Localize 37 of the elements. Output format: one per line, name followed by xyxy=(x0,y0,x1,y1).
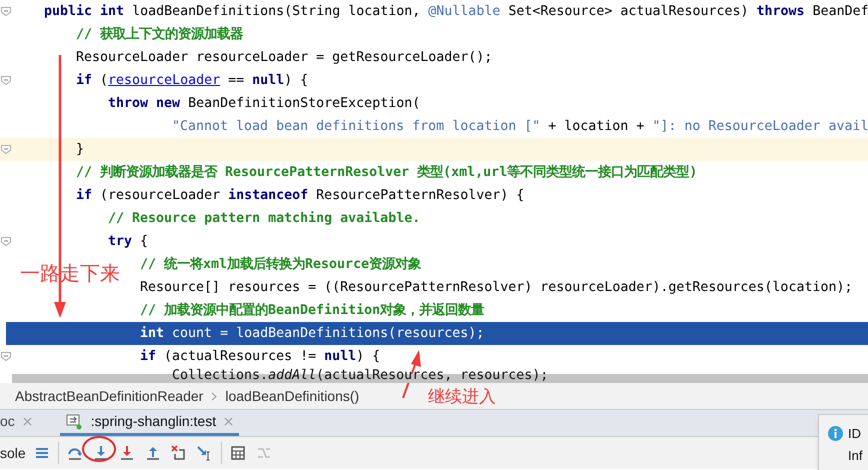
code-line: // 获取上下文的资源加载器 xyxy=(76,25,244,44)
breadcrumb-item[interactable]: AbstractBeanDefinitionReader xyxy=(15,386,204,406)
close-icon[interactable] xyxy=(22,417,32,426)
force-step-into-icon[interactable] xyxy=(118,445,135,461)
code-line: Resource[] resources = ((ResourcePatternResolver) resourceLoader).getResources(location); xyxy=(140,279,852,297)
code-line: "Cannot load bean definitions from location [" + location + "]: no ResourceLoader avail xyxy=(172,118,868,136)
drop-frame-icon[interactable] xyxy=(170,445,187,461)
info-icon xyxy=(828,426,843,441)
code-line: try { xyxy=(108,233,148,251)
code-line: Collections.addAll(actualResources, resources); xyxy=(172,368,548,383)
notification-title: ID xyxy=(848,425,861,443)
breadcrumb-item[interactable]: loadBeanDefinitions() xyxy=(225,386,360,406)
run-tab[interactable]: oc xyxy=(0,410,38,436)
code-line: int count = loadBeanDefinitions(resources); xyxy=(140,325,484,343)
step-out-icon[interactable] xyxy=(144,445,161,461)
close-icon[interactable] xyxy=(224,417,234,426)
code-line: if (actualResources != null) { xyxy=(140,348,380,366)
code-line: // Resource pattern matching available. xyxy=(108,210,420,228)
code-line: if (resourceLoader == null) { xyxy=(76,72,308,90)
run-config-icon xyxy=(66,414,83,430)
code-line: // 判断资源加载器是否 ResourcePatternResolver 类型(xml,url等不同类型统一接口为匹配类型) xyxy=(76,163,698,182)
annotation-text: 继续进入 xyxy=(428,386,496,408)
code-line: // 加载资源中配置的BeanDefinition对象，并返回数量 xyxy=(140,301,484,320)
calculator-icon[interactable] xyxy=(230,445,246,461)
menu-icon[interactable] xyxy=(34,445,50,461)
step-into-icon[interactable] xyxy=(92,445,109,461)
code-line: if (resourceLoader instanceof ResourcePatternResolver) { xyxy=(76,187,524,205)
code-line: public int loadBeanDefinitions(String location, @Nullable Set<Resource> actualResources) throws BeanDef xyxy=(44,3,868,21)
code-line: // 统一将xml加载后转换为Resource资源对象 xyxy=(140,255,422,274)
highlight-circle xyxy=(82,436,116,462)
code-line: throw new BeanDefinitionStoreException( xyxy=(108,95,420,113)
annotation-text: 一路走下来 xyxy=(20,262,120,287)
chevron-icon xyxy=(211,392,218,400)
notification-text: Inf xyxy=(848,447,862,465)
code-line: ResourceLoader resourceLoader = getResourceLoader(); xyxy=(76,49,492,67)
code-line: } xyxy=(76,141,84,159)
console-tab[interactable]: sole xyxy=(0,442,26,464)
